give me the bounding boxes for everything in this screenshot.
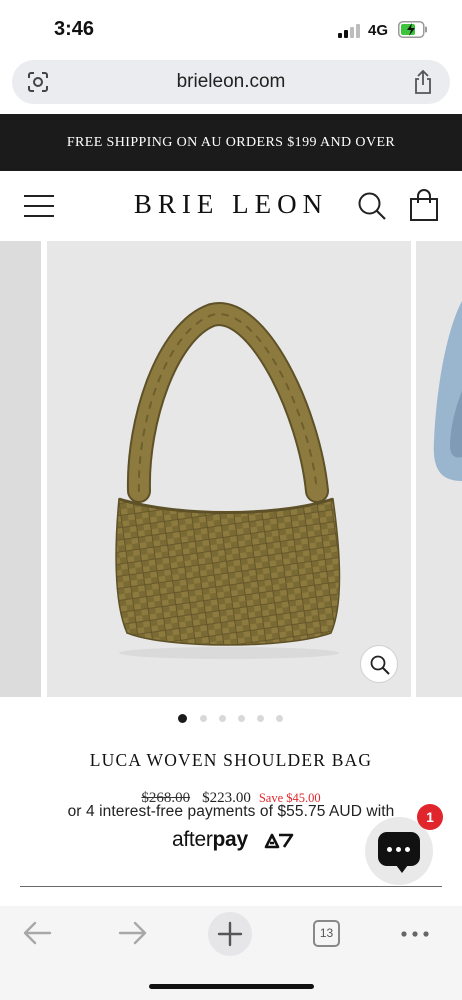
pagination-dot[interactable] [200, 715, 207, 722]
url-text[interactable]: brieleon.com [12, 71, 450, 93]
tabs-icon[interactable]: 13 [313, 920, 340, 947]
next-slide-image[interactable] [416, 241, 462, 697]
product-gallery[interactable] [0, 241, 462, 697]
brand-logo[interactable]: BRIE LEON [0, 189, 462, 220]
plus-icon [217, 921, 243, 947]
new-tab-button[interactable] [208, 912, 252, 956]
bag-illustration [115, 302, 341, 659]
promo-banner: FREE SHIPPING ON AU ORDERS $199 AND OVER [0, 114, 462, 171]
address-bar[interactable]: brieleon.com [12, 60, 450, 104]
chat-icon [378, 832, 420, 873]
afterpay-logo-suffix: pay [212, 828, 249, 851]
pagination-dot[interactable] [219, 715, 226, 722]
pagination-dot[interactable] [257, 715, 264, 722]
battery-charging-icon [398, 21, 427, 38]
product-title: LUCA WOVEN SHOULDER BAG [89, 750, 373, 770]
afterpay-arrows-icon [264, 833, 294, 849]
more-icon[interactable] [400, 930, 430, 938]
network-type: 4G [368, 22, 389, 39]
cart-icon[interactable] [409, 189, 439, 221]
afterpay-logo-prefix: after [172, 828, 213, 851]
home-indicator[interactable] [149, 984, 314, 989]
chat-badge: 1 [417, 804, 443, 830]
forward-icon[interactable] [118, 920, 148, 946]
product-image[interactable] [47, 241, 411, 697]
back-icon[interactable] [22, 920, 52, 946]
status-time: 3:46 [54, 18, 95, 40]
divider [20, 886, 442, 887]
afterpay-logo[interactable]: afterpay [172, 826, 297, 854]
pagination-dot[interactable] [238, 715, 245, 722]
pagination-dot[interactable] [276, 715, 283, 722]
zoom-button[interactable] [360, 645, 398, 683]
search-icon[interactable] [357, 191, 387, 221]
share-icon[interactable] [412, 69, 434, 95]
status-bar: 3:46 4G [0, 0, 462, 56]
previous-slide-image[interactable] [0, 241, 41, 697]
pagination-dot[interactable] [178, 714, 187, 723]
zoom-icon [370, 655, 390, 675]
signal-icon [338, 24, 362, 38]
site-header: BRIE LEON [0, 171, 462, 241]
